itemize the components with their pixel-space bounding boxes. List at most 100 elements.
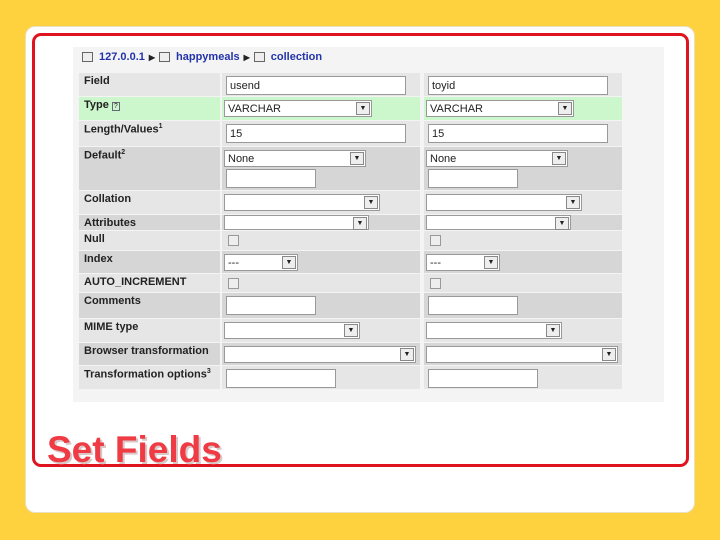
select-dropdown[interactable]: ▼ <box>426 215 571 230</box>
field-2-cell: ▼ <box>424 215 622 230</box>
default-value-input[interactable] <box>226 169 316 188</box>
text-input[interactable] <box>428 369 538 388</box>
chevron-down-icon[interactable]: ▼ <box>353 217 367 230</box>
select-dropdown[interactable]: ▼ <box>426 322 562 339</box>
help-icon[interactable]: ? <box>111 102 120 111</box>
field-1-cell <box>222 274 420 292</box>
field-1-cell <box>222 293 420 318</box>
text-input[interactable]: 15 <box>226 124 406 143</box>
chevron-down-icon[interactable]: ▼ <box>555 217 569 230</box>
form-row: MIME type ▼ ▼ <box>79 319 622 342</box>
form-row: Field usend toyid <box>79 73 622 96</box>
slide-title: Set Fields <box>47 429 222 470</box>
select-dropdown[interactable]: ▼ <box>224 215 369 230</box>
label-text: Browser transformation <box>84 345 209 357</box>
field-2-cell: None ▼ <box>424 147 622 190</box>
label-text: Collation <box>84 193 132 205</box>
selected-value: VARCHAR <box>228 103 281 115</box>
field-1-cell: 15 <box>222 121 420 146</box>
breadcrumb-database[interactable]: happymeals <box>176 51 240 63</box>
label-text: Null <box>84 233 105 245</box>
chevron-down-icon[interactable]: ▼ <box>282 256 296 269</box>
chevron-down-icon[interactable]: ▼ <box>344 324 358 337</box>
select-dropdown[interactable]: None ▼ <box>426 150 568 167</box>
field-1-cell: ▼ <box>222 191 420 214</box>
select-dropdown[interactable]: ▼ <box>224 322 360 339</box>
checkbox[interactable] <box>430 278 441 289</box>
checkbox[interactable] <box>228 235 239 246</box>
row-label: Type? <box>79 97 220 120</box>
label-text: Default <box>84 149 122 162</box>
field-2-cell: 15 <box>424 121 622 146</box>
chevron-down-icon[interactable]: ▼ <box>566 196 580 209</box>
text-input[interactable]: toyid <box>428 76 608 95</box>
label-text: Comments <box>84 295 141 307</box>
database-icon <box>159 52 171 62</box>
row-label: Collation <box>79 191 220 214</box>
select-dropdown[interactable]: VARCHAR ▼ <box>224 100 372 117</box>
select-dropdown[interactable]: ▼ <box>224 194 380 211</box>
field-2-cell: ▼ <box>424 319 622 342</box>
breadcrumb-server[interactable]: 127.0.0.1 <box>99 51 145 63</box>
server-icon <box>82 52 93 62</box>
label-text: Attributes <box>84 217 136 229</box>
label-text: MIME type <box>84 321 139 333</box>
selected-value: None <box>430 153 457 165</box>
row-label: Null <box>79 231 220 250</box>
field-1-cell: ▼ <box>222 319 420 342</box>
table-icon <box>253 52 265 62</box>
checkbox[interactable] <box>228 278 239 289</box>
select-dropdown[interactable]: ▼ <box>426 194 582 211</box>
select-dropdown[interactable]: ▼ <box>426 346 618 363</box>
field-1-cell: ▼ <box>222 215 420 230</box>
select-dropdown[interactable]: --- ▼ <box>426 254 500 271</box>
chevron-down-icon[interactable]: ▼ <box>364 196 378 209</box>
row-label: Comments <box>79 293 220 318</box>
chevron-down-icon[interactable]: ▼ <box>558 102 572 115</box>
label-text: Transformation options <box>84 368 207 381</box>
select-dropdown[interactable]: --- ▼ <box>224 254 298 271</box>
row-label: Browser transformation <box>79 343 220 365</box>
row-label: Field <box>79 73 220 96</box>
selected-value: VARCHAR <box>430 103 483 115</box>
breadcrumb-table[interactable]: collection <box>271 51 322 63</box>
chevron-down-icon[interactable]: ▼ <box>484 256 498 269</box>
select-dropdown[interactable]: ▼ <box>224 346 416 363</box>
text-input[interactable] <box>226 296 316 315</box>
field-2-cell: VARCHAR ▼ <box>424 97 622 120</box>
field-1-cell: VARCHAR ▼ <box>222 97 420 120</box>
text-input[interactable]: usend <box>226 76 406 95</box>
field-1-cell <box>222 231 420 250</box>
chevron-down-icon[interactable]: ▼ <box>602 348 616 361</box>
field-1-cell: usend <box>222 73 420 96</box>
default-value-input[interactable] <box>428 169 518 188</box>
select-dropdown[interactable]: None ▼ <box>224 150 366 167</box>
text-input[interactable]: 15 <box>428 124 608 143</box>
field-2-cell: toyid <box>424 73 622 96</box>
chevron-down-icon[interactable]: ▼ <box>552 152 566 165</box>
row-label: Index <box>79 251 220 273</box>
field-2-cell: ▼ <box>424 343 622 365</box>
footnote-mark: 3 <box>206 368 211 375</box>
row-label: AUTO_INCREMENT <box>79 274 220 292</box>
footnote-mark: 2 <box>121 149 126 156</box>
row-label: Length/Values1 <box>79 121 220 146</box>
text-input[interactable] <box>226 369 336 388</box>
arrow-right-icon: ▶ <box>243 52 250 62</box>
text-input[interactable] <box>428 296 518 315</box>
field-1-cell <box>222 366 420 389</box>
field-2-cell <box>424 274 622 292</box>
form-row: Length/Values1 15 15 <box>79 121 622 146</box>
checkbox[interactable] <box>430 235 441 246</box>
label-text: Length/Values <box>84 123 159 136</box>
chevron-down-icon[interactable]: ▼ <box>356 102 370 115</box>
selected-value: --- <box>430 257 441 269</box>
form-row: Index --- ▼ --- ▼ <box>79 251 622 273</box>
field-2-cell: --- ▼ <box>424 251 622 273</box>
chevron-down-icon[interactable]: ▼ <box>400 348 414 361</box>
form-row: Browser transformation ▼ ▼ <box>79 343 622 365</box>
chevron-down-icon[interactable]: ▼ <box>350 152 364 165</box>
select-dropdown[interactable]: VARCHAR ▼ <box>426 100 574 117</box>
form-row: Attributes ▼ ▼ <box>79 215 622 230</box>
chevron-down-icon[interactable]: ▼ <box>546 324 560 337</box>
